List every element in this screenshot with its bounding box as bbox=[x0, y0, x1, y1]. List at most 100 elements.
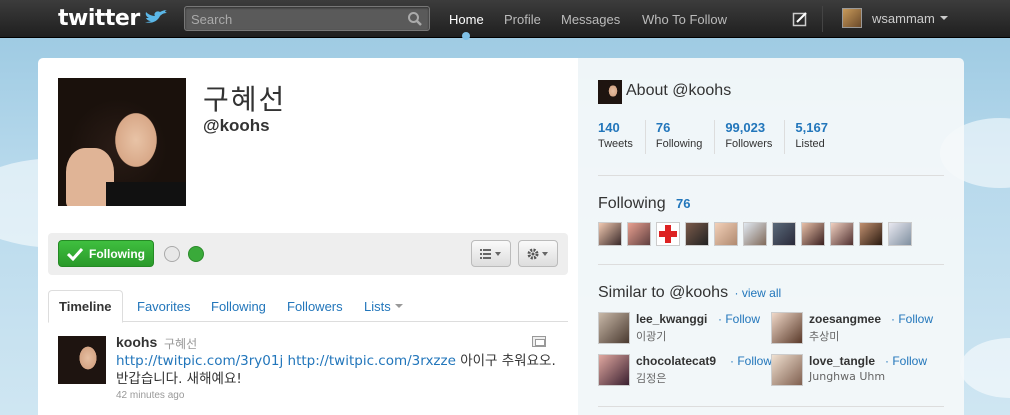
tab-favorites[interactable]: Favorites bbox=[137, 290, 190, 322]
following-avatar[interactable] bbox=[627, 222, 651, 246]
following-title-text: Following bbox=[598, 195, 666, 212]
following-avatar[interactable] bbox=[859, 222, 883, 246]
nav-messages-link[interactable]: Messages bbox=[561, 12, 620, 27]
stat-listed-value: 5,167 bbox=[795, 120, 828, 135]
view-all-link[interactable]: · view all bbox=[735, 286, 782, 300]
profile-tabs: Timeline Favorites Following Followers L… bbox=[48, 290, 568, 323]
tab-followers[interactable]: Followers bbox=[287, 290, 343, 322]
tab-following[interactable]: Following bbox=[211, 290, 266, 322]
user-avatar bbox=[842, 8, 862, 28]
follow-link[interactable]: · Follow bbox=[718, 312, 760, 326]
device-notification-icon[interactable] bbox=[164, 246, 180, 262]
profile-photo[interactable] bbox=[58, 78, 186, 206]
tweet-text: http://twitpic.com/3ry01j http://twitpic… bbox=[116, 352, 556, 388]
following-avatars bbox=[598, 222, 912, 246]
nav-profile-link[interactable]: Profile bbox=[504, 12, 541, 27]
tweet-avatar[interactable] bbox=[58, 336, 106, 384]
tweet-link-2[interactable]: http://twitpic.com/3rxzze bbox=[288, 353, 456, 369]
compose-tweet-icon[interactable] bbox=[792, 11, 808, 27]
list-menu-button[interactable] bbox=[471, 240, 511, 267]
follow-link[interactable]: · Follow bbox=[730, 354, 772, 368]
following-avatar[interactable] bbox=[830, 222, 854, 246]
suggested-user-screen-name[interactable]: chocolatecat9 bbox=[636, 354, 716, 368]
stat-followers[interactable]: 99,023 Followers bbox=[725, 120, 786, 154]
tweet[interactable]: koohs 구혜선 http://twitpic.com/3ry01j http… bbox=[58, 334, 558, 414]
nav-profile[interactable]: Profile bbox=[504, 0, 541, 38]
suggested-user-avatar[interactable] bbox=[771, 354, 803, 386]
stat-tweets[interactable]: 140 Tweets bbox=[598, 120, 646, 154]
chevron-down-icon bbox=[939, 16, 948, 20]
profile-panel: 구혜선 @koohs Following Timeline Favorites … bbox=[38, 58, 578, 415]
profile-stats: 140 Tweets 76 Following 99,023 Followers… bbox=[598, 120, 850, 154]
tab-lists[interactable]: Lists bbox=[364, 290, 403, 322]
list-icon bbox=[480, 248, 501, 259]
following-count[interactable]: 76 bbox=[676, 196, 690, 211]
suggested-user[interactable]: zoesangmee · Follow 추상미 bbox=[771, 312, 941, 346]
divider bbox=[598, 264, 944, 265]
top-bar: twitter Home Profile Messages Who To Fol… bbox=[0, 0, 1010, 40]
stat-followers-value: 99,023 bbox=[725, 120, 766, 135]
tweet-timestamp[interactable]: 42 minutes ago bbox=[116, 390, 184, 401]
stat-listed[interactable]: 5,167 Listed bbox=[795, 120, 840, 154]
divider bbox=[598, 175, 944, 176]
stat-followers-label: Followers bbox=[725, 138, 773, 150]
suggested-user-screen-name[interactable]: love_tangle bbox=[809, 354, 875, 368]
suggested-user[interactable]: love_tangle · Follow Junghwa Uhm bbox=[771, 354, 941, 388]
retweets-icon[interactable] bbox=[188, 246, 204, 262]
following-avatar[interactable] bbox=[743, 222, 767, 246]
suggested-user-avatar[interactable] bbox=[598, 354, 630, 386]
nav-who-to-follow[interactable]: Who To Follow bbox=[642, 0, 727, 38]
gear-icon bbox=[527, 248, 548, 259]
suggested-user[interactable]: lee_kwanggi · Follow 이광기 bbox=[598, 312, 768, 346]
dashboard: About @koohs 140 Tweets 76 Following 99,… bbox=[578, 58, 964, 415]
topbar-divider bbox=[822, 6, 823, 32]
suggested-user-real-name: Junghwa Uhm bbox=[809, 370, 886, 383]
tweet-link-1[interactable]: http://twitpic.com/3ry01j bbox=[116, 353, 283, 369]
suggested-user-avatar[interactable] bbox=[598, 312, 630, 344]
following-avatar[interactable] bbox=[801, 222, 825, 246]
stat-listed-label: Listed bbox=[795, 138, 825, 150]
following-avatar[interactable] bbox=[598, 222, 622, 246]
follow-link[interactable]: · Follow bbox=[891, 312, 933, 326]
nav-home-link[interactable]: Home bbox=[449, 12, 484, 27]
stat-following-label: Following bbox=[655, 138, 703, 150]
divider bbox=[598, 406, 944, 407]
tweet-author[interactable]: koohs bbox=[116, 334, 157, 350]
following-avatar[interactable] bbox=[888, 222, 912, 246]
tab-lists-label: Lists bbox=[364, 298, 391, 314]
following-avatar[interactable] bbox=[772, 222, 796, 246]
suggested-user-avatar[interactable] bbox=[771, 312, 803, 344]
search-input[interactable] bbox=[191, 10, 401, 28]
follow-link[interactable]: · Follow bbox=[885, 354, 927, 368]
suggested-user-real-name: 김정은 bbox=[636, 372, 667, 385]
settings-menu-button[interactable] bbox=[518, 240, 558, 267]
following-avatar[interactable] bbox=[714, 222, 738, 246]
suggested-user-real-name: 추상미 bbox=[809, 330, 840, 343]
logo-text: twitter bbox=[58, 5, 140, 31]
about-title: About @koohs bbox=[626, 82, 732, 99]
user-menu[interactable]: wsammam bbox=[842, 8, 948, 28]
suggested-user-screen-name[interactable]: zoesangmee bbox=[809, 312, 881, 326]
suggested-user-screen-name[interactable]: lee_kwanggi bbox=[636, 312, 707, 326]
stat-following[interactable]: 76 Following bbox=[655, 120, 716, 154]
tweet-author-fullname: 구혜선 bbox=[164, 337, 198, 351]
stat-tweets-label: Tweets bbox=[598, 138, 633, 150]
search-box[interactable] bbox=[184, 6, 430, 31]
twitter-logo[interactable]: twitter bbox=[58, 5, 169, 31]
profile-full-name: 구혜선 bbox=[203, 83, 287, 116]
user-name: wsammam bbox=[872, 10, 935, 26]
profile-action-bar: Following bbox=[48, 233, 568, 275]
bird-icon bbox=[144, 10, 167, 23]
checkmark-icon bbox=[67, 247, 83, 261]
tab-timeline[interactable]: Timeline bbox=[48, 290, 123, 323]
nav-messages[interactable]: Messages bbox=[561, 0, 620, 38]
following-button[interactable]: Following bbox=[58, 240, 154, 267]
following-avatar[interactable] bbox=[685, 222, 709, 246]
nav-who-to-follow-link[interactable]: Who To Follow bbox=[642, 12, 727, 27]
nav-home[interactable]: Home bbox=[449, 0, 484, 40]
following-avatar[interactable] bbox=[656, 222, 680, 246]
search-icon[interactable] bbox=[407, 11, 423, 27]
media-icon[interactable] bbox=[532, 336, 546, 347]
suggested-user[interactable]: chocolatecat9 · Follow 김정은 bbox=[598, 354, 772, 388]
suggested-user-real-name: 이광기 bbox=[636, 330, 667, 343]
